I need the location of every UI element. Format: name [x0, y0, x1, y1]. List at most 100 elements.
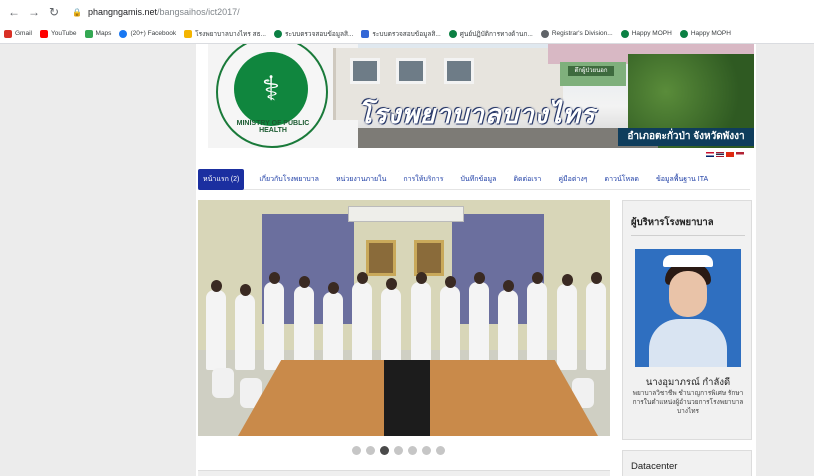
hospital-name: โรงพยาบาลบางไทร	[358, 99, 596, 128]
bookmarks-bar: Gmail YouTube Maps (20+) Facebook โรงพยา…	[0, 24, 814, 44]
datacenter-title: Datacenter	[631, 461, 678, 472]
star-icon	[361, 29, 370, 38]
site-header-banner: ตึกผู้ป่วยนอก ⚕ MINISTRY OF PUBLIC HEALT…	[208, 44, 754, 148]
nav-home[interactable]: หน้าแรก (2)	[198, 169, 245, 190]
bookmark-label: Registrar's Division...	[551, 30, 613, 37]
bookmark-label: ศูนย์ปฏิบัติการทางด้านก...	[459, 30, 533, 38]
bookmark-happy-moph-2[interactable]: Happy MOPH	[679, 29, 731, 38]
bookmark-check-data-2[interactable]: ระบบตรวจสอบข้อมูลสิ...	[361, 29, 441, 39]
banner-ground	[358, 128, 658, 148]
slide-person	[381, 278, 402, 370]
nav-contact[interactable]: ติดต่อเรา	[511, 170, 543, 189]
browser-address-bar: ← → ↻ 🔒 phangngamis.net /bangsaihos/ict2…	[0, 0, 814, 24]
bookmark-label: Happy MOPH	[631, 30, 672, 37]
building-window	[396, 58, 426, 84]
photo-carousel[interactable]	[198, 200, 610, 436]
flag-uk-icon[interactable]	[706, 152, 714, 157]
bookmark-label: โรงพยาบาลบางไทร สธ...	[195, 30, 266, 38]
nav-downloads[interactable]: ดาวน์โหลด	[603, 170, 641, 189]
slide-person	[322, 282, 343, 370]
building-window	[350, 58, 380, 84]
bookmark-happy-moph-1[interactable]: Happy MOPH	[620, 29, 672, 38]
nav-records[interactable]: บันทึกข้อมูล	[458, 170, 498, 189]
slide-person	[410, 272, 431, 370]
nav-about[interactable]: เกี่ยวกับโรงพยาบาล	[257, 170, 321, 189]
carousel-dot[interactable]	[352, 446, 361, 455]
bookmark-label: ระบบตรวจสอบข้อมูลสิ...	[372, 30, 441, 38]
slide-chair	[212, 368, 234, 398]
maps-icon	[84, 29, 93, 38]
gmail-icon	[4, 29, 12, 38]
logo-text: MINISTRY OF PUBLIC HEALTH	[236, 120, 310, 134]
slide-person	[439, 276, 460, 370]
slide-person	[264, 272, 285, 370]
bookmark-hospital[interactable]: โรงพยาบาลบางไทร สธ...	[184, 29, 266, 39]
url-field[interactable]: 🔒 phangngamis.net /bangsaihos/ict2017/	[72, 7, 240, 17]
moph-logo[interactable]: ⚕ MINISTRY OF PUBLIC HEALTH	[216, 44, 328, 148]
bookmark-label: YouTube	[50, 30, 77, 37]
director-role: พยาบาลวิชาชีพ ชำนาญการพิเศษ รักษาการในตำ…	[632, 390, 744, 415]
back-icon[interactable]: ←	[6, 4, 22, 20]
flag-china-icon[interactable]	[726, 152, 734, 157]
slide-person	[206, 280, 226, 370]
carousel-dot[interactable]	[408, 446, 417, 455]
slide-portrait-frame	[414, 240, 444, 276]
hospital-location: อำเภอตะกั่วป่า จังหวัดพังงา	[618, 128, 754, 146]
youtube-icon	[39, 29, 48, 38]
bookmark-label: Happy MOPH	[690, 30, 731, 37]
bookmark-operations[interactable]: ศูนย์ปฏิบัติการทางด้านก...	[448, 29, 533, 39]
carousel-dot[interactable]	[422, 446, 431, 455]
bookmark-label: ระบบตรวจสอบข้อมูลสิ...	[284, 30, 354, 38]
bookmark-maps[interactable]: Maps	[84, 29, 112, 38]
nav-ita-data[interactable]: ข้อมูลพื้นฐาน ITA	[654, 170, 710, 189]
bookmark-label: Maps	[95, 30, 112, 37]
carousel-dot-active[interactable]	[380, 446, 389, 455]
slide-person	[498, 280, 519, 370]
caduceus-icon: ⚕	[261, 70, 281, 108]
lock-icon: 🔒	[72, 7, 82, 17]
content-section-top	[198, 470, 610, 476]
hospital-webpage: ตึกผู้ป่วยนอก ⚕ MINISTRY OF PUBLIC HEALT…	[196, 44, 756, 476]
nurse-cap	[663, 255, 713, 267]
carousel-dot[interactable]	[366, 446, 375, 455]
carousel-dot[interactable]	[436, 446, 445, 455]
building-window	[444, 58, 474, 84]
logo-emblem: ⚕	[234, 52, 308, 126]
slide-person	[468, 272, 489, 370]
bookmark-label: (20+) Facebook	[130, 30, 177, 37]
nav-departments[interactable]: หน่วยงานภายใน	[334, 170, 388, 189]
slide-person	[527, 272, 548, 370]
hospital-icon	[184, 29, 193, 38]
globe-icon	[540, 29, 549, 38]
slide-table-center	[384, 360, 430, 436]
url-host: phangngamis.net	[87, 7, 158, 17]
language-flags	[706, 152, 744, 157]
flag-us-icon[interactable]	[736, 152, 744, 157]
bookmark-gmail[interactable]: Gmail	[4, 29, 32, 38]
carousel-dot[interactable]	[394, 446, 403, 455]
bookmark-youtube[interactable]: YouTube	[39, 29, 77, 38]
building-sign: ตึกผู้ป่วยนอก	[568, 66, 614, 76]
director-panel: ผู้บริหารโรงพยาบาล นางอุมาภรณ์ กำลังดี พ…	[622, 200, 752, 440]
slide-air-conditioner	[348, 206, 464, 222]
globe-icon	[620, 29, 629, 38]
nav-services[interactable]: การให้บริการ	[401, 170, 445, 189]
flag-thai-icon[interactable]	[716, 152, 724, 157]
slide-person	[235, 284, 256, 370]
slide-staff-group	[206, 272, 606, 370]
nav-manuals[interactable]: คู่มือต่างๆ	[556, 170, 589, 189]
globe-icon	[448, 29, 457, 38]
reload-icon[interactable]: ↻	[46, 4, 62, 20]
slide-person	[293, 276, 314, 370]
globe-icon	[273, 29, 282, 38]
director-panel-title: ผู้บริหารโรงพยาบาล	[631, 217, 714, 228]
main-navigation: หน้าแรก (2) เกี่ยวกับโรงพยาบาล หน่วยงานภ…	[198, 169, 750, 190]
bookmark-facebook[interactable]: (20+) Facebook	[119, 29, 177, 38]
bookmark-registrar[interactable]: Registrar's Division...	[540, 29, 613, 38]
bookmark-check-data-1[interactable]: ระบบตรวจสอบข้อมูลสิ...	[273, 29, 354, 39]
slide-portrait-frame	[366, 240, 396, 276]
bookmark-label: Gmail	[15, 30, 32, 37]
forward-icon[interactable]: →	[26, 4, 42, 20]
director-photo	[635, 249, 741, 367]
url-path: /bangsaihos/ict2017/	[157, 7, 240, 17]
